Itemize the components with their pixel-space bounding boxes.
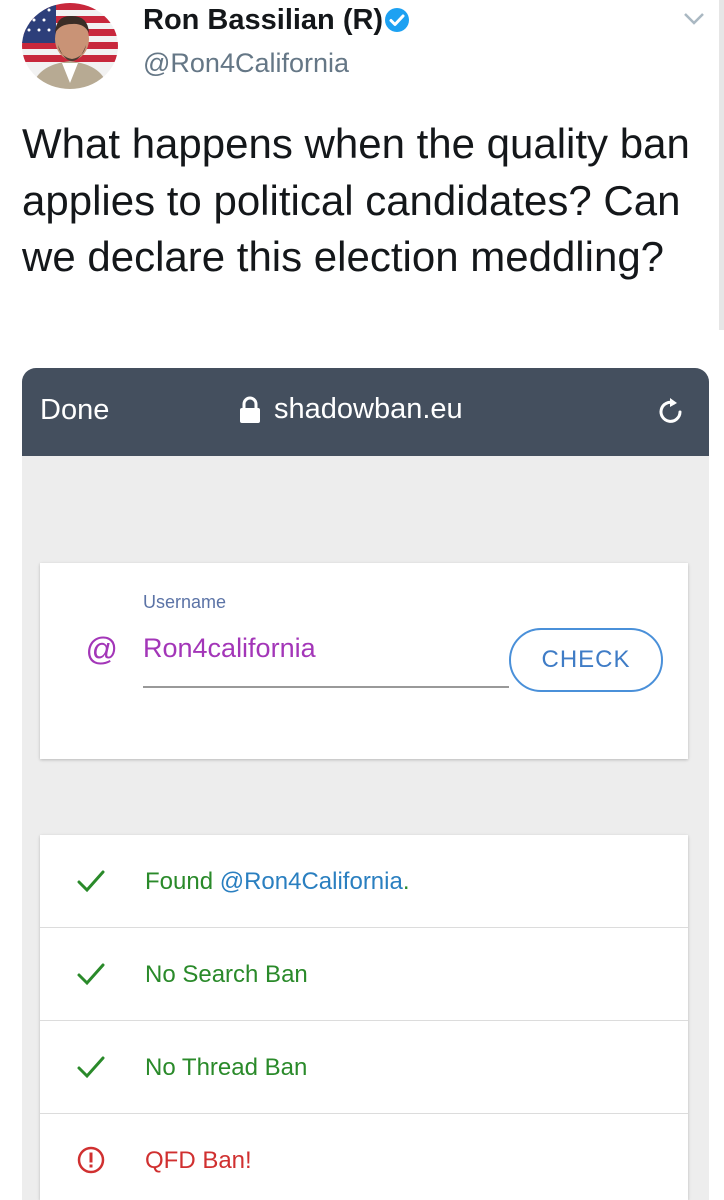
- mention-link[interactable]: @Ron4California: [220, 868, 403, 895]
- check-icon: [77, 963, 105, 986]
- username-input[interactable]: Ron4california: [143, 633, 316, 664]
- result-label: QFD Ban!: [145, 1147, 252, 1174]
- verified-badge-icon: [385, 8, 409, 32]
- scrollbar[interactable]: [719, 0, 724, 330]
- username-form-card: Username @ Ron4california CHECK: [40, 563, 688, 759]
- url-text[interactable]: shadowban.eu: [274, 393, 463, 426]
- result-row-search-ban: No Search Ban: [40, 928, 688, 1021]
- check-button[interactable]: CHECK: [509, 628, 663, 692]
- results-card: Found @Ron4California. No Search Ban No …: [40, 835, 688, 1200]
- lock-icon: [240, 396, 260, 423]
- user-handle[interactable]: @Ron4California: [143, 48, 349, 79]
- result-text: Found: [145, 868, 220, 895]
- alert-icon: [77, 1146, 105, 1174]
- tweet-text: What happens when the quality ban applie…: [22, 120, 690, 280]
- check-icon: [77, 870, 105, 893]
- result-suffix: .: [402, 868, 410, 895]
- chevron-down-icon[interactable]: [683, 12, 705, 26]
- done-button[interactable]: Done: [40, 394, 109, 427]
- browser-toolbar: Done shadowban.eu: [22, 368, 709, 456]
- result-label: Found @Ron4California.: [145, 868, 410, 896]
- result-row-thread-ban: No Thread Ban: [40, 1021, 688, 1114]
- tweet-media-screenshot[interactable]: Done shadowban.eu Username @ Ron4califor…: [22, 368, 709, 1200]
- result-label: No Search Ban: [145, 961, 308, 988]
- input-underline: [143, 686, 509, 688]
- tweet-header: Ron Bassilian (R) @Ron4California: [0, 0, 724, 330]
- result-label: No Thread Ban: [145, 1054, 308, 1081]
- result-row-found: Found @Ron4California.: [40, 835, 688, 928]
- avatar[interactable]: [22, 3, 118, 89]
- check-icon: [77, 1056, 105, 1079]
- at-sign-icon: @: [85, 631, 118, 667]
- username-label: Username: [143, 592, 227, 612]
- result-row-qfd-ban: QFD Ban!: [40, 1114, 688, 1200]
- display-name[interactable]: Ron Bassilian (R): [143, 4, 383, 37]
- reload-icon[interactable]: [655, 395, 687, 427]
